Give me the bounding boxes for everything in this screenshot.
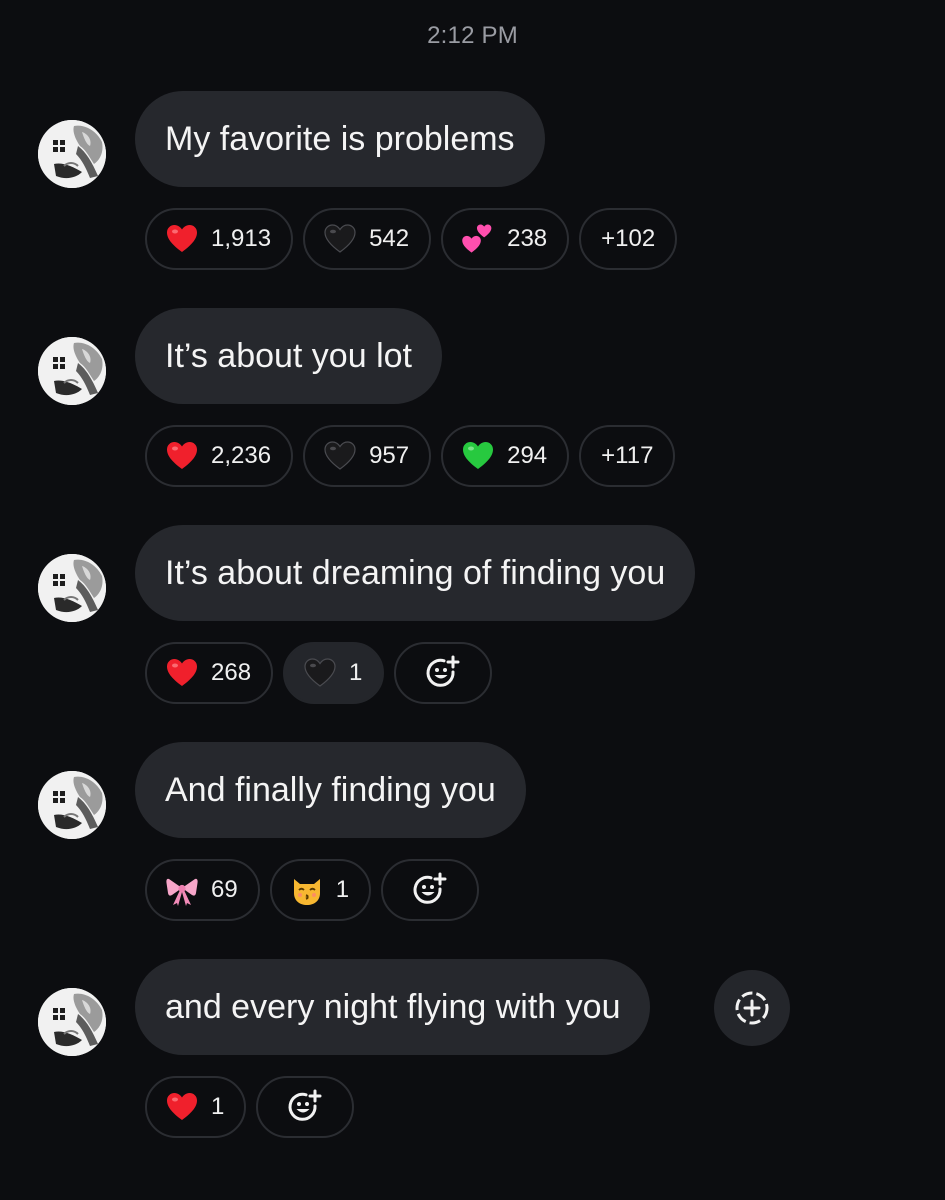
- avatar[interactable]: [38, 337, 106, 405]
- black-heart-icon: [303, 656, 337, 690]
- reaction-chip[interactable]: 238: [441, 208, 570, 270]
- message-row: It’s about dreaming of finding you 268 1: [0, 525, 945, 725]
- avatar[interactable]: [38, 988, 106, 1056]
- reaction-chip-selected[interactable]: 1: [283, 642, 385, 704]
- message-bubble[interactable]: and every night flying with you: [135, 959, 651, 1055]
- reaction-count: 69: [211, 876, 238, 903]
- black-heart-icon: [323, 439, 357, 473]
- reaction-count: 238: [507, 225, 548, 252]
- add-reaction-icon: [411, 871, 449, 909]
- add-reaction-button[interactable]: [256, 1076, 355, 1138]
- reaction-chip[interactable]: 1,913: [145, 208, 294, 270]
- red-heart-icon: [165, 656, 199, 690]
- reaction-count: 1: [211, 1093, 225, 1120]
- two-hearts-icon: [461, 222, 495, 256]
- kissing-cat-icon: [290, 873, 324, 907]
- message-timestamp: 2:12 PM: [427, 22, 518, 49]
- message-bubble[interactable]: It’s about you lot: [135, 308, 442, 404]
- reaction-chip[interactable]: 1: [269, 859, 372, 921]
- add-reaction-icon: [424, 654, 462, 692]
- reaction-count: 294: [507, 442, 548, 469]
- reaction-bar: 268 1: [145, 642, 493, 704]
- message-bubble[interactable]: And finally finding you: [135, 742, 526, 838]
- reaction-bar: 2,236 957 294 +117: [145, 425, 676, 487]
- reaction-count: 1: [349, 659, 363, 686]
- message-row: My favorite is problems 1,913 542 238 +1…: [0, 91, 945, 291]
- avatar[interactable]: [38, 554, 106, 622]
- message-row: And finally finding you 69 1: [0, 742, 945, 942]
- reaction-count: 1: [335, 876, 350, 903]
- more-reactions-count: +117: [601, 442, 654, 469]
- reaction-chip[interactable]: 957: [303, 425, 432, 487]
- more-reactions-chip[interactable]: +117: [579, 425, 676, 487]
- reaction-count: 542: [369, 225, 410, 252]
- black-heart-icon: [323, 222, 357, 256]
- more-reactions-count: +102: [601, 225, 656, 252]
- avatar[interactable]: [38, 771, 106, 839]
- message-row: It’s about you lot 2,236 957 294 +117: [0, 308, 945, 508]
- reaction-chip[interactable]: 2,236: [145, 425, 294, 487]
- more-reactions-chip[interactable]: +102: [579, 208, 678, 270]
- reaction-count: 1,913: [211, 225, 272, 252]
- add-reaction-button[interactable]: [394, 642, 493, 704]
- reaction-count: 268: [211, 659, 252, 686]
- red-heart-icon: [165, 439, 199, 473]
- add-reaction-button[interactable]: [381, 859, 480, 921]
- reaction-chip[interactable]: 268: [145, 642, 274, 704]
- reaction-count: 957: [369, 442, 410, 469]
- message-bubble[interactable]: It’s about dreaming of finding you: [135, 525, 696, 621]
- reaction-count: 2,236: [211, 442, 272, 469]
- reaction-chip[interactable]: 542: [303, 208, 432, 270]
- red-heart-icon: [165, 222, 199, 256]
- add-circle-button[interactable]: [714, 970, 790, 1046]
- reaction-chip[interactable]: 1: [145, 1076, 247, 1138]
- red-heart-icon: [165, 1090, 199, 1124]
- reaction-bar: 1: [145, 1076, 355, 1138]
- message-row: and every night flying with you 1: [0, 959, 945, 1159]
- reaction-chip[interactable]: 294: [441, 425, 570, 487]
- ribbon-bow-icon: [165, 873, 199, 907]
- green-heart-icon: [461, 439, 495, 473]
- reaction-chip[interactable]: 69: [145, 859, 260, 921]
- reaction-bar: 1,913 542 238 +102: [145, 208, 678, 270]
- avatar[interactable]: [38, 120, 106, 188]
- message-bubble[interactable]: My favorite is problems: [135, 91, 545, 187]
- add-circle-icon: [732, 988, 772, 1028]
- add-reaction-icon: [286, 1088, 324, 1126]
- reaction-bar: 69 1: [145, 859, 480, 921]
